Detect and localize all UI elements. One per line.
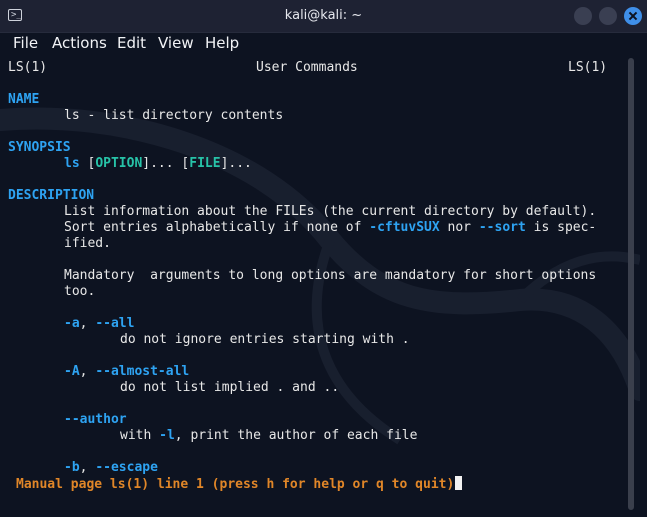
option-a: -a, --all bbox=[64, 316, 134, 332]
option-author-desc-flag: -l bbox=[159, 428, 175, 443]
menu-actions[interactable]: Actions bbox=[52, 34, 107, 52]
option-a-desc: do not ignore entries starting with . bbox=[120, 332, 410, 347]
minimize-button[interactable] bbox=[574, 7, 592, 25]
synopsis-file: FILE bbox=[189, 156, 221, 171]
menu-bar: File Actions Edit View Help bbox=[0, 32, 647, 54]
menu-file[interactable]: File bbox=[13, 34, 38, 52]
option-a-long: --all bbox=[95, 316, 135, 331]
option-A: -A, --almost-all bbox=[64, 364, 189, 380]
desc-line2-flags: -cftuvSUX bbox=[369, 220, 440, 235]
option-b-long: --escape bbox=[95, 460, 158, 475]
scrollbar[interactable] bbox=[628, 58, 634, 510]
section-description-heading: DESCRIPTION bbox=[8, 188, 95, 203]
terminal-window: >_ kali@kali: ~ File Actions Edit View H… bbox=[0, 0, 647, 517]
man-header-center: User Commands bbox=[256, 60, 358, 75]
section-name-heading: NAME bbox=[8, 92, 40, 107]
section-synopsis-heading: SYNOPSIS bbox=[8, 140, 71, 155]
maximize-button[interactable] bbox=[599, 7, 617, 25]
name-text: ls - list directory contents bbox=[64, 108, 284, 123]
description-line-1: List information about the FILEs (the cu… bbox=[64, 204, 597, 219]
pager-status-text: Manual page ls(1) line 1 (press h for he… bbox=[16, 477, 455, 492]
title-bar: >_ kali@kali: ~ bbox=[0, 0, 647, 33]
menu-edit[interactable]: Edit bbox=[117, 34, 146, 52]
option-author: --author bbox=[64, 412, 127, 427]
option-author-desc-c: , print the author of each file bbox=[174, 428, 418, 443]
synopsis-bracket-open-1: [ bbox=[79, 156, 96, 171]
option-author-desc: with -l, print the author of each file bbox=[120, 428, 417, 444]
option-b: -b, --escape bbox=[64, 460, 158, 476]
option-A-long: --almost-all bbox=[95, 364, 190, 379]
option-A-sep: , bbox=[79, 364, 96, 379]
synopsis-bracket-close-2: ]... bbox=[220, 156, 252, 171]
man-header-left: LS(1) bbox=[8, 60, 48, 75]
desc-line2-part-e: is spec- bbox=[525, 220, 597, 235]
description-line-2: Sort entries alphabetically if none of -… bbox=[64, 220, 596, 236]
text-cursor bbox=[455, 476, 463, 490]
option-b-short: -b bbox=[64, 460, 80, 475]
terminal-output[interactable]: LS(1) User Commands LS(1) NAME ls - list… bbox=[0, 58, 630, 498]
scrollbar-thumb[interactable] bbox=[628, 58, 634, 510]
option-A-desc: do not list implied . and .. bbox=[120, 380, 340, 395]
description-line-4: Mandatory arguments to long options are … bbox=[64, 268, 597, 283]
synopsis-command: ls bbox=[64, 156, 80, 171]
option-b-sep: , bbox=[79, 460, 96, 475]
option-a-sep: , bbox=[79, 316, 96, 331]
option-author-desc-a: with bbox=[120, 428, 160, 443]
desc-line2-part-a: Sort entries alphabetically if none of bbox=[64, 220, 370, 235]
desc-line2-sort: --sort bbox=[478, 220, 526, 235]
description-line-5: too. bbox=[64, 284, 96, 299]
option-a-short: -a bbox=[64, 316, 80, 331]
synopsis-option: OPTION bbox=[95, 156, 143, 171]
synopsis-line: ls [OPTION]... [FILE]... bbox=[64, 156, 252, 172]
window-title: kali@kali: ~ bbox=[284, 8, 363, 23]
menu-help[interactable]: Help bbox=[205, 34, 239, 52]
description-line-3: ified. bbox=[64, 236, 111, 251]
menu-view[interactable]: View bbox=[158, 34, 194, 52]
synopsis-bracket-close-1: ]... bbox=[142, 156, 182, 171]
pager-status-line: Manual page ls(1) line 1 (press h for he… bbox=[16, 476, 463, 493]
option-A-short: -A bbox=[64, 364, 80, 379]
desc-line2-part-c: nor bbox=[439, 220, 479, 235]
close-button[interactable] bbox=[624, 7, 642, 25]
man-header-right: LS(1) bbox=[568, 60, 608, 75]
